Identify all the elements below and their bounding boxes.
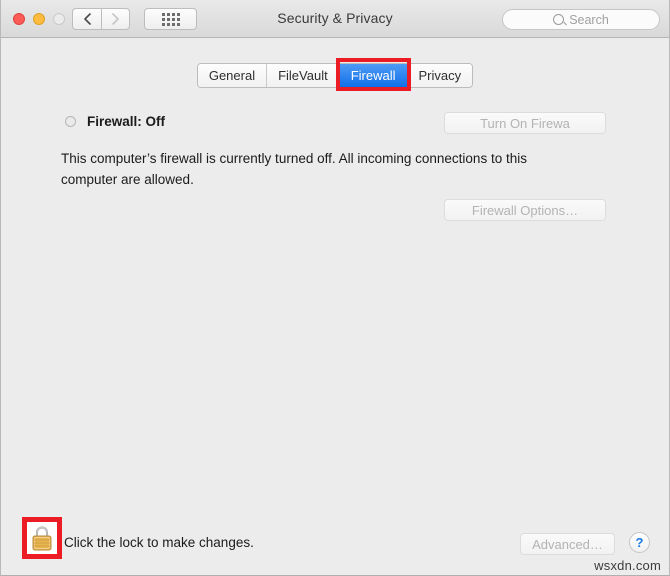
tab-filevault[interactable]: FileVault bbox=[267, 64, 340, 87]
firewall-description: This computer’s firewall is currently tu… bbox=[61, 151, 527, 187]
firewall-status-label: Firewall: Off bbox=[87, 114, 166, 129]
help-button[interactable]: ? bbox=[629, 532, 650, 553]
firewall-status-indicator bbox=[65, 116, 76, 127]
padlock-icon[interactable] bbox=[30, 524, 54, 552]
turn-on-firewall-button[interactable]: Turn On Firewa bbox=[444, 112, 606, 134]
advanced-button[interactable]: Advanced… bbox=[520, 533, 615, 555]
search-icon bbox=[553, 14, 565, 25]
watermark: wsxdn.com bbox=[594, 558, 661, 573]
tab-general[interactable]: General bbox=[197, 64, 268, 87]
security-privacy-window: Security & Privacy Search General FileVa… bbox=[0, 0, 670, 576]
firewall-status-row: Firewall: Off bbox=[65, 114, 165, 129]
preference-tabbar: General FileVault Firewall Privacy bbox=[1, 63, 669, 88]
lock-message: Click the lock to make changes. bbox=[64, 535, 254, 550]
tab-privacy[interactable]: Privacy bbox=[407, 64, 473, 87]
window-titlebar: Security & Privacy Search bbox=[1, 0, 669, 38]
search-field[interactable]: Search bbox=[502, 9, 660, 30]
tab-firewall[interactable]: Firewall bbox=[339, 64, 408, 87]
search-placeholder: Search bbox=[569, 12, 609, 27]
firewall-options-button[interactable]: Firewall Options… bbox=[444, 199, 606, 221]
